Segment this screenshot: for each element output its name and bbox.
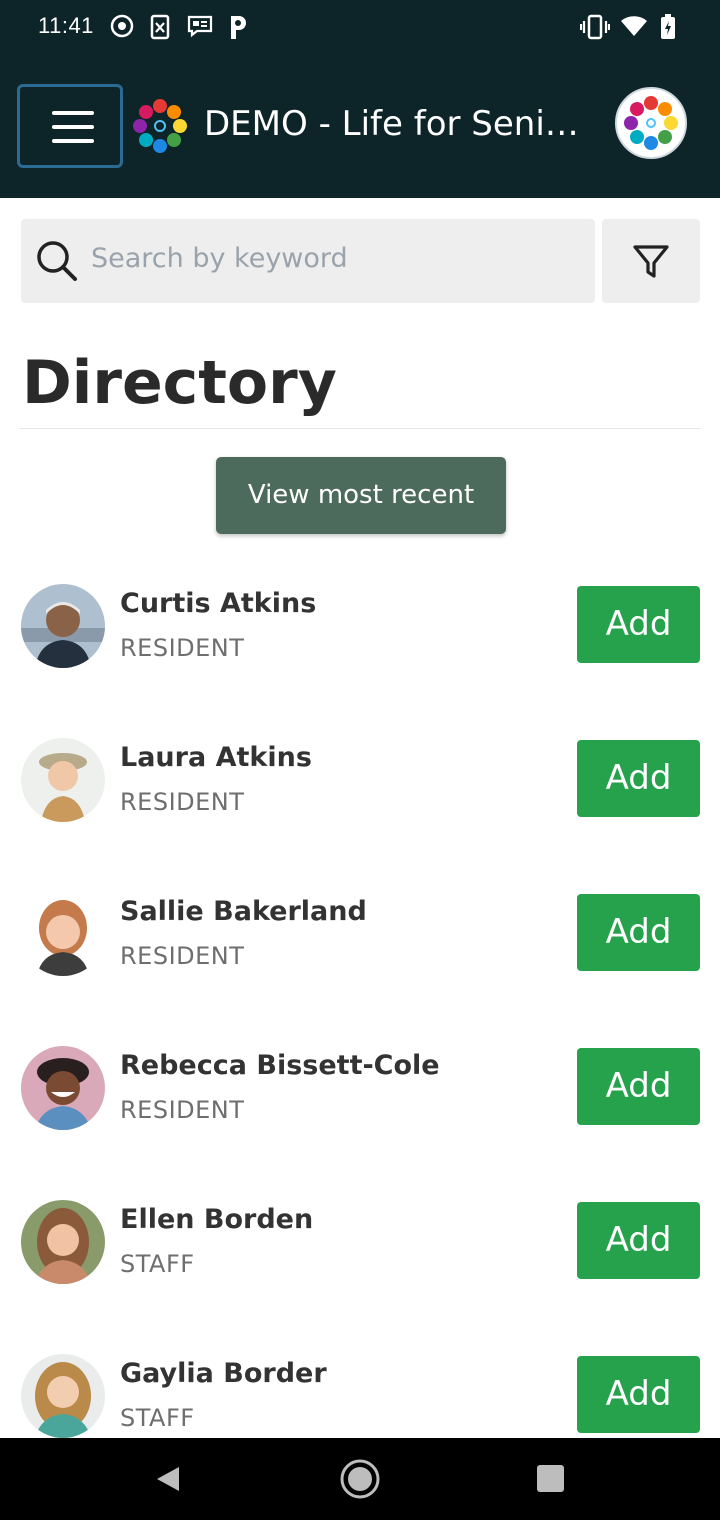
list-item[interactable]: Rebecca Bissett-Cole RESIDENT Add [0, 1046, 720, 1200]
menu-icon-bar [52, 139, 94, 143]
avatar [21, 1200, 105, 1284]
person-role: STAFF [120, 1404, 195, 1432]
list-item[interactable]: Laura Atkins RESIDENT Add [0, 738, 720, 892]
filter-button[interactable] [602, 219, 700, 303]
menu-icon-bar [52, 125, 94, 129]
person-role: RESIDENT [120, 788, 245, 816]
status-bar: 11:41 [0, 0, 720, 56]
person-name: Laura Atkins [120, 742, 312, 773]
profile-logo-icon [624, 96, 678, 150]
add-button[interactable]: Add [577, 894, 700, 971]
back-icon[interactable] [155, 1465, 181, 1493]
person-name: Sallie Bakerland [120, 896, 367, 927]
list-item[interactable]: Sallie Bakerland RESIDENT Add [0, 892, 720, 1046]
menu-button[interactable] [17, 84, 123, 168]
person-role: RESIDENT [120, 942, 245, 970]
app-bar: DEMO - Life for Senio… [0, 56, 720, 198]
person-role: STAFF [120, 1250, 195, 1278]
app-title: DEMO - Life for Senio… [204, 104, 594, 144]
person-name: Rebecca Bissett-Cole [120, 1050, 440, 1081]
person-name: Curtis Atkins [120, 588, 317, 619]
wifi-icon [621, 16, 647, 36]
add-button[interactable]: Add [577, 1356, 700, 1433]
avatar [21, 584, 105, 668]
menu-icon [52, 111, 94, 115]
system-nav-bar [0, 1438, 720, 1520]
search-box [21, 219, 595, 303]
title-divider [20, 428, 700, 429]
message-icon [187, 15, 213, 38]
avatar [21, 892, 105, 976]
person-role: RESIDENT [120, 634, 245, 662]
parking-icon [231, 16, 246, 39]
list-item[interactable]: Curtis Atkins RESIDENT Add [0, 584, 720, 738]
home-icon[interactable] [339, 1458, 381, 1500]
search-icon [37, 241, 77, 281]
search-input[interactable] [91, 243, 571, 274]
battery-icon [661, 14, 675, 39]
profile-avatar-button[interactable] [615, 87, 687, 159]
add-button[interactable]: Add [577, 1048, 700, 1125]
filter-icon [633, 245, 669, 278]
avatar [21, 1046, 105, 1130]
avatar [21, 738, 105, 822]
add-button[interactable]: Add [577, 740, 700, 817]
list-item[interactable]: Ellen Borden STAFF Add [0, 1200, 720, 1354]
vibrate-icon [580, 14, 610, 40]
add-button[interactable]: Add [577, 586, 700, 663]
person-role: RESIDENT [120, 1096, 245, 1124]
person-name: Ellen Borden [120, 1204, 314, 1235]
chrome-icon [110, 14, 134, 38]
person-name: Gaylia Border [120, 1358, 327, 1389]
view-most-recent-button[interactable]: View most recent [216, 457, 506, 534]
document-icon [150, 14, 170, 40]
avatar [21, 1354, 105, 1438]
add-button[interactable]: Add [577, 1202, 700, 1279]
recents-icon[interactable] [537, 1465, 564, 1492]
app-logo-icon [133, 99, 187, 153]
page-title: Directory [22, 348, 337, 418]
status-time: 11:41 [38, 13, 94, 38]
